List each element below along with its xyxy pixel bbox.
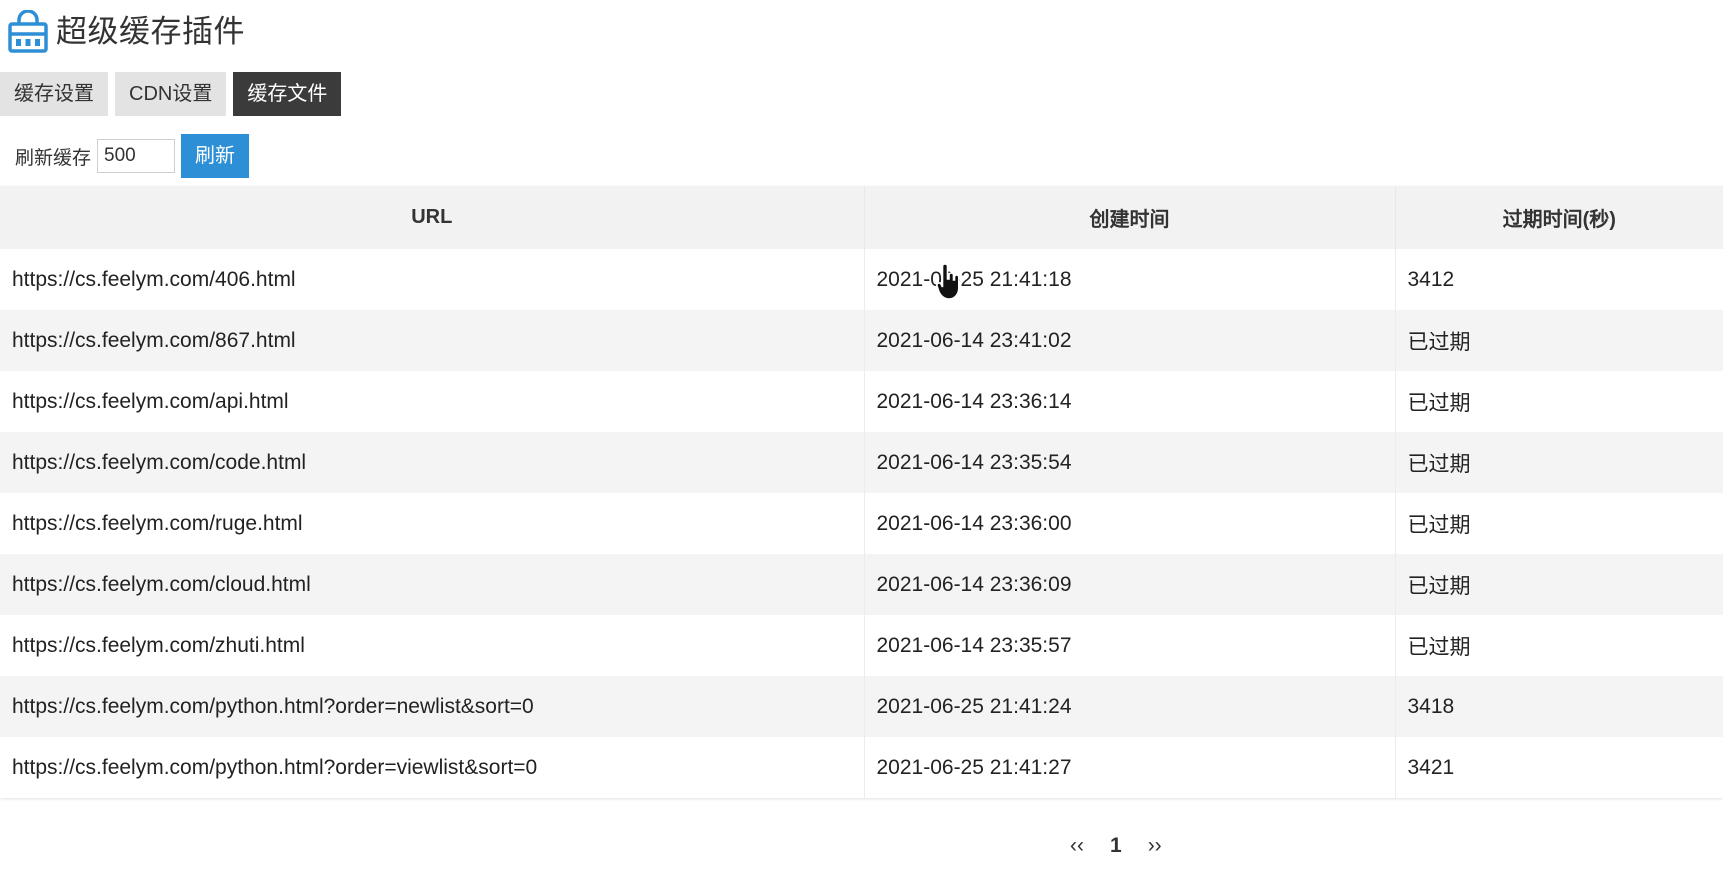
cell-url: https://cs.feelym.com/ruge.html bbox=[0, 493, 865, 554]
cell-url: https://cs.feelym.com/python.html?order=… bbox=[0, 737, 865, 798]
cell-created: 2021-06-14 23:35:57 bbox=[864, 615, 1396, 676]
hand-cursor-icon bbox=[936, 263, 960, 300]
pagination-next[interactable]: ›› bbox=[1148, 834, 1162, 858]
column-header-created: 创建时间 bbox=[864, 186, 1396, 249]
cell-url: https://cs.feelym.com/python.html?order=… bbox=[0, 676, 865, 737]
cell-expire: 已过期 bbox=[1395, 554, 1723, 615]
cell-created: 2021-06-14 23:36:14 bbox=[864, 371, 1396, 432]
cell-created: 2021-06-25 21:41:27 bbox=[864, 737, 1396, 798]
table-row: https://cs.feelym.com/python.html?order=… bbox=[0, 737, 1723, 798]
cell-expire: 3421 bbox=[1395, 737, 1723, 798]
table-row: https://cs.feelym.com/zhuti.html 2021-06… bbox=[0, 615, 1723, 676]
pagination-prev[interactable]: ‹‹ bbox=[1070, 834, 1084, 858]
tab-cache-settings[interactable]: 缓存设置 bbox=[0, 72, 108, 116]
page: 超级缓存插件 缓存设置 CDN设置 缓存文件 刷新缓存 刷新 URL 创建时间 … bbox=[0, 0, 1723, 869]
cell-url: https://cs.feelym.com/cloud.html bbox=[0, 554, 865, 615]
refresh-label: 刷新缓存 bbox=[15, 147, 92, 169]
cell-url: https://cs.feelym.com/zhuti.html bbox=[0, 615, 865, 676]
refresh-row: 刷新缓存 刷新 bbox=[15, 134, 250, 178]
refresh-button[interactable]: 刷新 bbox=[181, 134, 250, 178]
cell-expire: 已过期 bbox=[1395, 371, 1723, 432]
column-header-expire: 过期时间(秒) bbox=[1395, 186, 1723, 249]
tab-cdn-settings[interactable]: CDN设置 bbox=[115, 72, 227, 116]
refresh-count-input[interactable] bbox=[97, 139, 176, 173]
pagination: ‹‹ 1 ›› bbox=[1070, 834, 1162, 858]
cell-expire: 3418 bbox=[1395, 676, 1723, 737]
cell-created: 2021-06-25 21:41:24 bbox=[864, 676, 1396, 737]
table-row: https://cs.feelym.com/ruge.html 2021-06-… bbox=[0, 493, 1723, 554]
table-row: https://cs.feelym.com/867.html 2021-06-1… bbox=[0, 310, 1723, 371]
cell-expire: 已过期 bbox=[1395, 615, 1723, 676]
table-header-row: URL 创建时间 过期时间(秒) bbox=[0, 186, 1723, 249]
pagination-current-page[interactable]: 1 bbox=[1110, 834, 1122, 858]
cell-created: 2021-06-14 23:41:02 bbox=[864, 310, 1396, 371]
cell-url: https://cs.feelym.com/api.html bbox=[0, 371, 865, 432]
table-row: https://cs.feelym.com/code.html 2021-06-… bbox=[0, 432, 1723, 493]
cell-created: 2021-06-14 23:36:00 bbox=[864, 493, 1396, 554]
header: 超级缓存插件 bbox=[8, 8, 245, 56]
cell-url: https://cs.feelym.com/867.html bbox=[0, 310, 865, 371]
table-row: https://cs.feelym.com/406.html 2021-06-2… bbox=[0, 249, 1723, 310]
cell-expire: 已过期 bbox=[1395, 310, 1723, 371]
cell-expire: 3412 bbox=[1395, 249, 1723, 310]
table-row: https://cs.feelym.com/cloud.html 2021-06… bbox=[0, 554, 1723, 615]
cell-created: 2021-06-14 23:36:09 bbox=[864, 554, 1396, 615]
table-row: https://cs.feelym.com/api.html 2021-06-1… bbox=[0, 371, 1723, 432]
cell-expire: 已过期 bbox=[1395, 493, 1723, 554]
page-title: 超级缓存插件 bbox=[56, 14, 245, 49]
cell-expire: 已过期 bbox=[1395, 432, 1723, 493]
table-row: https://cs.feelym.com/python.html?order=… bbox=[0, 676, 1723, 737]
cache-table: URL 创建时间 过期时间(秒) https://cs.feelym.com/4… bbox=[0, 186, 1723, 798]
cell-created: 2021-06-14 23:35:54 bbox=[864, 432, 1396, 493]
tab-bar: 缓存设置 CDN设置 缓存文件 bbox=[0, 72, 342, 116]
cell-url: https://cs.feelym.com/code.html bbox=[0, 432, 865, 493]
tab-cache-files[interactable]: 缓存文件 bbox=[233, 72, 342, 116]
cell-url: https://cs.feelym.com/406.html bbox=[0, 249, 865, 310]
column-header-url: URL bbox=[0, 186, 865, 249]
basket-icon bbox=[8, 10, 48, 53]
